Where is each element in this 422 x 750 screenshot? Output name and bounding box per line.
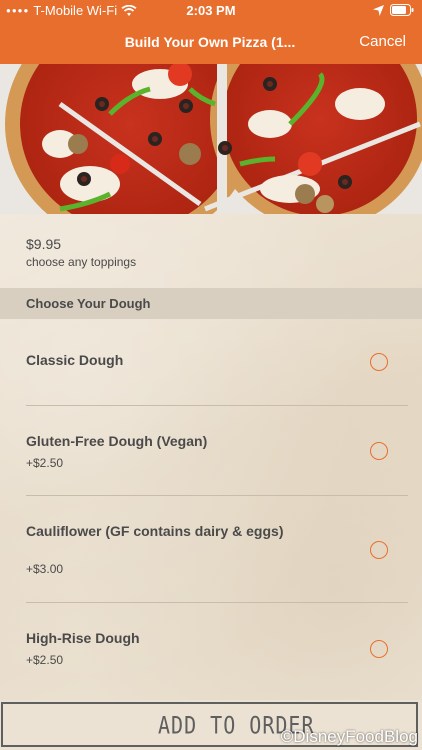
watermark: ©DisneyFoodBlog bbox=[280, 727, 418, 746]
option-name: High-Rise Dough bbox=[26, 630, 140, 646]
option-name: Gluten-Free Dough (Vegan) bbox=[26, 433, 208, 449]
dough-option-gluten-free[interactable]: Gluten-Free Dough (Vegan) +$2.50 bbox=[0, 405, 422, 495]
cancel-button[interactable]: Cancel bbox=[359, 33, 406, 50]
pizza-hero-image bbox=[0, 64, 422, 214]
item-price: $9.95 bbox=[26, 236, 62, 252]
status-time: 2:03 PM bbox=[186, 3, 236, 18]
dough-section-header: Choose Your Dough bbox=[0, 288, 422, 319]
status-bar: ●●●● T-Mobile Wi-Fi 2:03 PM bbox=[0, 0, 422, 22]
page-title: Build Your Own Pizza (1... bbox=[124, 34, 296, 50]
pizza-illustration bbox=[0, 64, 422, 214]
dough-option-classic[interactable]: Classic Dough bbox=[0, 319, 422, 405]
radio-button[interactable] bbox=[370, 541, 388, 559]
option-price: +$3.00 bbox=[26, 562, 64, 576]
option-name: Classic Dough bbox=[26, 352, 124, 368]
dough-option-high-rise[interactable]: High-Rise Dough +$2.50 bbox=[0, 602, 422, 692]
location-arrow-icon bbox=[373, 4, 384, 16]
price-block: $9.95 choose any toppings bbox=[26, 236, 136, 269]
option-price: +$2.50 bbox=[26, 456, 64, 470]
dough-option-cauliflower[interactable]: Cauliflower (GF contains dairy & eggs) +… bbox=[0, 495, 422, 602]
radio-button[interactable] bbox=[370, 442, 388, 460]
item-description: choose any toppings bbox=[26, 255, 137, 269]
radio-button[interactable] bbox=[370, 640, 388, 658]
radio-button[interactable] bbox=[370, 353, 388, 371]
option-price: +$2.50 bbox=[26, 653, 64, 667]
nav-bar: Build Your Own Pizza (1... Cancel bbox=[0, 22, 422, 64]
option-name: Cauliflower (GF contains dairy & eggs) bbox=[26, 523, 284, 539]
battery-icon bbox=[390, 4, 414, 16]
section-title: Choose Your Dough bbox=[26, 296, 151, 311]
status-right bbox=[373, 4, 414, 16]
